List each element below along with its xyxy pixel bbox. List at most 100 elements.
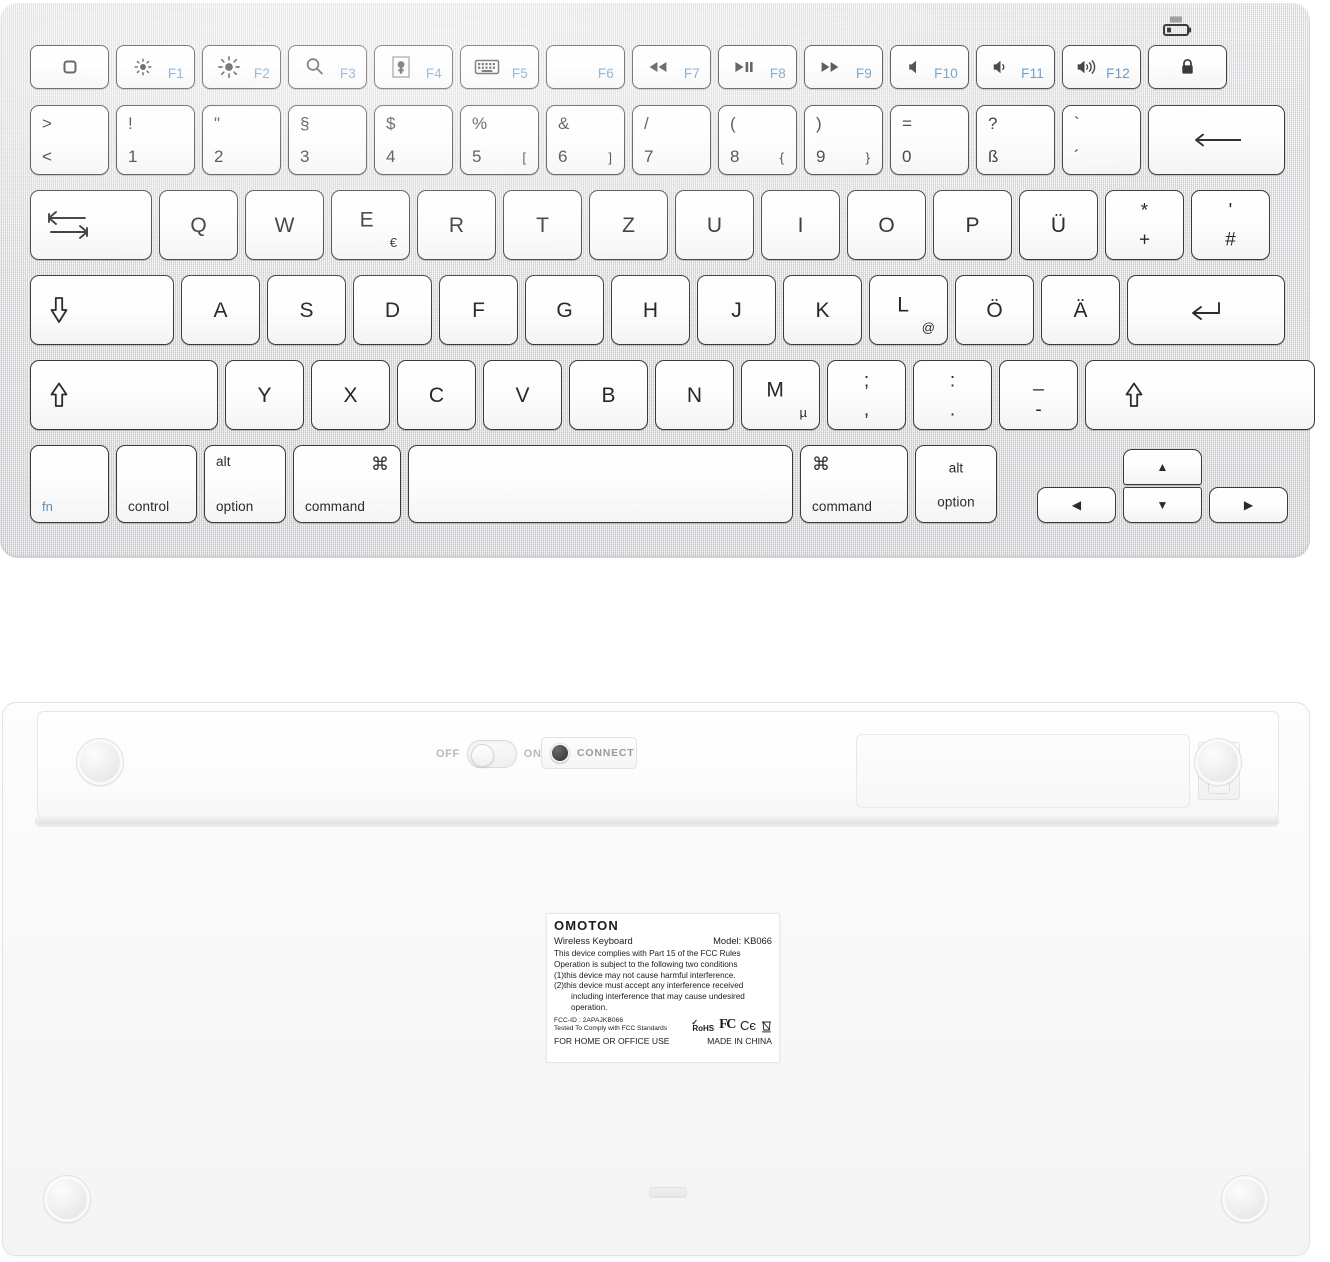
keyboard-backlight-icon	[474, 58, 500, 76]
key-hash[interactable]: ' #	[1191, 190, 1270, 260]
key-1[interactable]: ! 1	[116, 105, 195, 175]
key-d[interactable]: D	[353, 275, 432, 345]
key-plus[interactable]: * +	[1105, 190, 1184, 260]
key-command-right[interactable]: ⌘ command	[800, 445, 908, 523]
rubber-foot-bottom-left	[43, 1175, 91, 1223]
key-display[interactable]	[30, 45, 109, 89]
key-h[interactable]: H	[611, 275, 690, 345]
key-9[interactable]: ) 9 }	[804, 105, 883, 175]
key-g[interactable]: G	[525, 275, 604, 345]
key-f6[interactable]: F6	[546, 45, 625, 89]
key-f1-brightness-down[interactable]: F1	[116, 45, 195, 89]
key-f[interactable]: F	[439, 275, 518, 345]
key-m[interactable]: M µ	[741, 360, 820, 430]
key-arrow-right[interactable]: ▶	[1209, 487, 1288, 523]
key-lock[interactable]	[1148, 45, 1227, 89]
key-f3-search[interactable]: F3	[288, 45, 367, 89]
key-v-label: V	[515, 383, 530, 407]
key-command-left[interactable]: ⌘ command	[293, 445, 401, 523]
key-capslock[interactable]	[30, 275, 174, 345]
key-0[interactable]: = 0	[890, 105, 969, 175]
key-f11-volume-down[interactable]: F11	[976, 45, 1055, 89]
rohs-mark: ✓ RoHS	[691, 1019, 714, 1033]
key-shift-right[interactable]	[1085, 360, 1315, 430]
key-hyphen[interactable]: _ -	[999, 360, 1078, 430]
key-o[interactable]: O	[847, 190, 926, 260]
key-f8-play-pause[interactable]: F8	[718, 45, 797, 89]
key-8[interactable]: ( 8 {	[718, 105, 797, 175]
key-fn[interactable]: fn	[30, 445, 109, 523]
key-command-left-label: command	[305, 498, 365, 514]
key-z[interactable]: Z	[589, 190, 668, 260]
key-u-label: U	[706, 213, 723, 237]
key-y-label: Y	[257, 383, 272, 407]
key-y[interactable]: Y	[225, 360, 304, 430]
battery-compartment-door[interactable]	[856, 734, 1190, 808]
key-f12-volume-up[interactable]: F12	[1062, 45, 1141, 89]
key-arrow-up[interactable]: ▲	[1123, 449, 1202, 485]
key-comma[interactable]: ; ,	[827, 360, 906, 430]
key-accent[interactable]: ` ´	[1062, 105, 1141, 175]
key-control[interactable]: control	[116, 445, 197, 523]
key-eszett[interactable]: ? ß	[976, 105, 1055, 175]
key-arrow-down[interactable]: ▼	[1123, 487, 1202, 523]
key-4[interactable]: $ 4	[374, 105, 453, 175]
key-5[interactable]: % 5 [	[460, 105, 539, 175]
key-f2-brightness-up[interactable]: F2	[202, 45, 281, 89]
key-7-shift-label: /	[644, 114, 649, 133]
key-option-left[interactable]: alt option	[204, 445, 286, 523]
key-alt-left-label: alt	[216, 454, 231, 469]
key-a-umlaut[interactable]: Ä	[1041, 275, 1120, 345]
key-tab[interactable]	[30, 190, 152, 260]
key-l[interactable]: L @	[869, 275, 948, 345]
key-c[interactable]: C	[397, 360, 476, 430]
back-panel-ridge	[35, 817, 1279, 827]
key-e[interactable]: E €	[331, 190, 410, 260]
key-v[interactable]: V	[483, 360, 562, 430]
key-k[interactable]: K	[783, 275, 862, 345]
key-3[interactable]: § 3	[288, 105, 367, 175]
key-q[interactable]: Q	[159, 190, 238, 260]
key-b[interactable]: B	[569, 360, 648, 430]
key-t[interactable]: T	[503, 190, 582, 260]
key-o-umlaut[interactable]: Ö	[955, 275, 1034, 345]
connect-button[interactable]: CONNECT	[541, 737, 637, 769]
key-f9-fast-forward[interactable]: F9	[804, 45, 883, 89]
key-space[interactable]	[408, 445, 793, 523]
key-r[interactable]: R	[417, 190, 496, 260]
key-f10-mute[interactable]: F10	[890, 45, 969, 89]
key-p[interactable]: P	[933, 190, 1012, 260]
key-2[interactable]: " 2	[202, 105, 281, 175]
key-i[interactable]: I	[761, 190, 840, 260]
key-a[interactable]: A	[181, 275, 260, 345]
key-j[interactable]: J	[697, 275, 776, 345]
key-w[interactable]: W	[245, 190, 324, 260]
key-period[interactable]: : .	[913, 360, 992, 430]
connect-button-icon[interactable]	[550, 743, 570, 763]
power-switch-knob[interactable]	[470, 743, 494, 767]
key-f4-launchpad[interactable]: F4	[374, 45, 453, 89]
key-backspace[interactable]	[1148, 105, 1285, 175]
brightness-up-icon	[218, 56, 241, 79]
key-f7-rewind[interactable]: F7	[632, 45, 711, 89]
label-brand: OMOTON	[554, 918, 619, 933]
power-switch[interactable]: OFF ON	[436, 740, 542, 768]
key-s[interactable]: S	[267, 275, 346, 345]
key-n[interactable]: N	[655, 360, 734, 430]
keyboard-front-view: F1 F2 F3 F4 F5 F6 F7 F8 F9 F10 F11 F12 >…	[0, 2, 1315, 558]
key-u-umlaut[interactable]: Ü	[1019, 190, 1098, 260]
key-4-label: 4	[386, 147, 396, 166]
key-less-greater[interactable]: > <	[30, 105, 109, 175]
key-arrow-left[interactable]: ◀	[1037, 487, 1116, 523]
rohs-check-icon: ✓	[691, 1018, 699, 1028]
key-return[interactable]	[1127, 275, 1285, 345]
key-6[interactable]: & 6 ]	[546, 105, 625, 175]
key-f5-keyboard-backlight[interactable]: F5	[460, 45, 539, 89]
key-x[interactable]: X	[311, 360, 390, 430]
key-option-right[interactable]: alt option	[915, 445, 997, 523]
key-shift-left[interactable]	[30, 360, 218, 430]
key-u[interactable]: U	[675, 190, 754, 260]
power-switch-track[interactable]	[466, 740, 517, 768]
home-letter-row: A S D F G H J K L @ Ö Ä	[30, 275, 1285, 345]
key-7[interactable]: / 7	[632, 105, 711, 175]
